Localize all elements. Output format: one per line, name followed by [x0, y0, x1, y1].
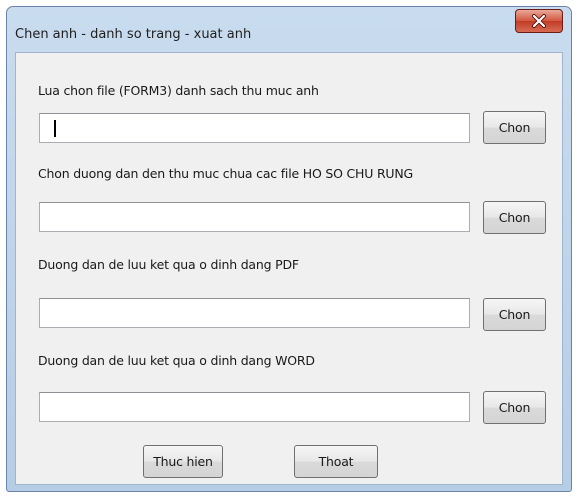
exit-button[interactable]: Thoat — [294, 445, 378, 478]
title-bar[interactable]: Chen anh - danh so trang - xuat anh — [7, 7, 571, 51]
run-button[interactable]: Thuc hien — [143, 445, 223, 478]
ho-so-folder-input[interactable] — [39, 202, 470, 232]
window-title: Chen anh - danh so trang - xuat anh — [15, 27, 252, 42]
browse-word-button[interactable]: Chon — [483, 391, 546, 424]
pdf-output-label: Duong dan de luu ket qua o dinh dang PDF — [38, 257, 299, 272]
close-x-icon — [532, 14, 546, 28]
word-output-label: Duong dan de luu ket qua o dinh dang WOR… — [38, 353, 315, 368]
dialog-body: Lua chon file (FORM3) danh sach thu muc … — [15, 52, 563, 485]
dialog-window: Chen anh - danh so trang - xuat anh Lua … — [6, 6, 572, 492]
pdf-output-input[interactable] — [39, 298, 470, 328]
close-button[interactable] — [515, 9, 563, 33]
browse-ho-so-button[interactable]: Chon — [483, 201, 546, 234]
ho-so-folder-label: Chon duong dan den thu muc chua cac file… — [38, 166, 414, 181]
text-caret — [54, 120, 56, 137]
form3-file-label: Lua chon file (FORM3) danh sach thu muc … — [38, 83, 319, 98]
browse-pdf-button[interactable]: Chon — [483, 298, 546, 331]
word-output-input[interactable] — [39, 392, 470, 422]
form3-file-input[interactable] — [39, 113, 470, 143]
browse-form3-button[interactable]: Chon — [483, 111, 546, 144]
